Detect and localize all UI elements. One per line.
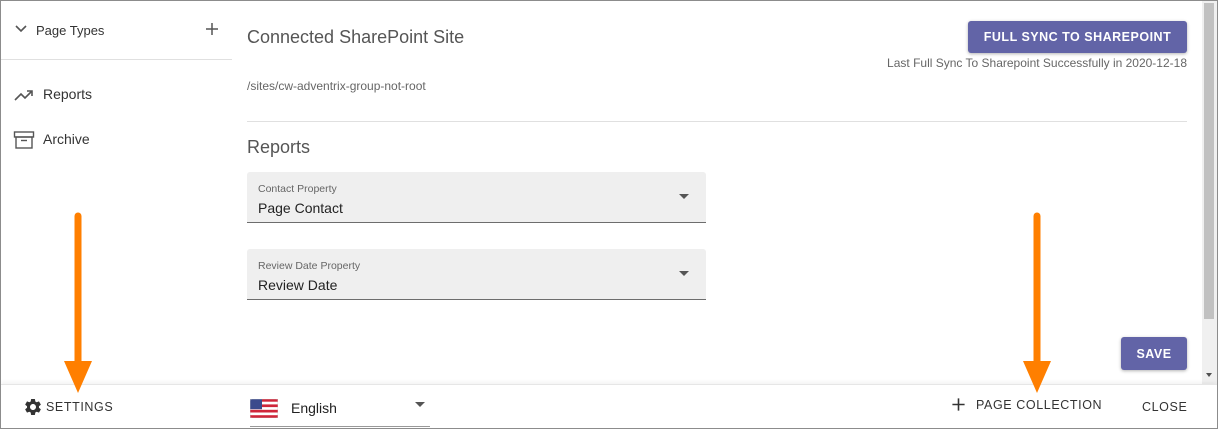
language-value: English xyxy=(291,400,337,416)
settings-button[interactable]: SETTINGS xyxy=(23,397,113,417)
save-button[interactable]: SAVE xyxy=(1121,337,1187,370)
sidebar-item-reports[interactable]: Reports xyxy=(1,77,232,113)
select-value: Review Date xyxy=(258,277,338,293)
add-icon[interactable] xyxy=(204,21,220,37)
annotation-arrow-icon xyxy=(1023,212,1051,393)
divider xyxy=(247,121,1187,122)
sync-status-text: Last Full Sync To Sharepoint Successfull… xyxy=(887,56,1187,70)
scroll-down-icon[interactable] xyxy=(1206,373,1212,377)
dropdown-arrow-icon xyxy=(679,194,689,199)
section-title: Reports xyxy=(247,137,311,157)
select-label: Review Date Property xyxy=(258,260,361,272)
add-icon xyxy=(952,398,965,411)
site-title: Connected SharePoint Site xyxy=(247,27,465,47)
archive-icon xyxy=(13,131,35,149)
dropdown-arrow-icon xyxy=(415,402,425,407)
review-date-property-select[interactable]: Review Date Property Review Date xyxy=(247,249,706,300)
main-content: Connected SharePoint Site /sites/cw-adve… xyxy=(232,1,1202,384)
chevron-down-icon[interactable] xyxy=(13,21,29,37)
page-types-header[interactable]: Page Types xyxy=(1,1,232,60)
page-collection-label: PAGE COLLECTION xyxy=(976,397,1103,412)
page-collection-button[interactable]: PAGE COLLECTION xyxy=(951,397,1102,412)
us-flag-icon xyxy=(250,399,278,418)
annotation-arrow-icon xyxy=(64,212,92,393)
dropdown-arrow-icon xyxy=(679,271,689,276)
vertical-scrollbar[interactable] xyxy=(1202,1,1217,384)
gear-icon xyxy=(25,399,41,415)
sidebar: Page Types Reports Archive xyxy=(1,1,232,384)
sidebar-item-archive[interactable]: Archive xyxy=(1,122,232,158)
select-value: Page Contact xyxy=(258,200,343,216)
settings-label: SETTINGS xyxy=(46,400,114,414)
close-button[interactable]: CLOSE xyxy=(1142,400,1187,414)
sidebar-item-label: Reports xyxy=(43,86,93,102)
language-select[interactable]: English xyxy=(250,393,430,427)
select-label: Contact Property xyxy=(258,183,337,195)
contact-property-select[interactable]: Contact Property Page Contact xyxy=(247,172,706,223)
app-window: Page Types Reports Archive Connected Sha… xyxy=(0,0,1218,429)
trending-up-icon xyxy=(14,90,33,101)
page-types-title: Page Types xyxy=(36,23,105,38)
full-sync-button[interactable]: FULL SYNC TO SHAREPOINT xyxy=(968,21,1187,53)
site-path: /sites/cw-adventrix-group-not-root xyxy=(247,79,426,93)
scrollbar-thumb[interactable] xyxy=(1204,3,1214,319)
sidebar-item-label: Archive xyxy=(43,131,90,147)
